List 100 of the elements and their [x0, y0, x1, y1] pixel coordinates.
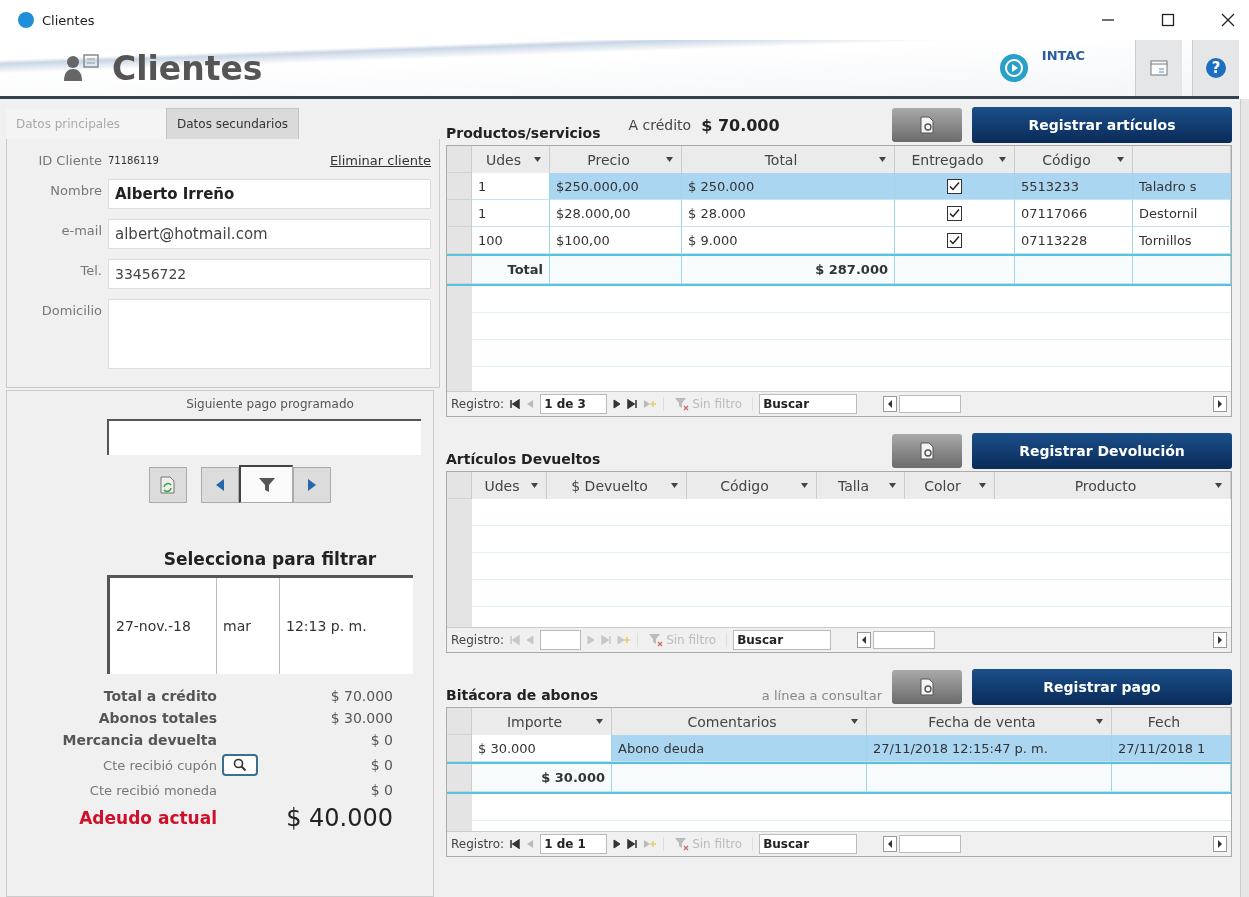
- caret-icon[interactable]: [534, 157, 541, 162]
- scroll-right-button[interactable]: [1213, 632, 1227, 648]
- caret-icon[interactable]: [1215, 483, 1222, 488]
- last-record-icon[interactable]: [627, 839, 638, 849]
- filter-clear-icon: [674, 837, 691, 851]
- maximize-icon[interactable]: [1161, 13, 1175, 27]
- register-button[interactable]: Registrar artículos: [972, 107, 1232, 143]
- checkbox[interactable]: [947, 232, 962, 248]
- input-field[interactable]: Alberto Irreño: [108, 179, 431, 209]
- document-button[interactable]: [892, 108, 962, 142]
- caret-icon[interactable]: [596, 719, 603, 724]
- table-cell: Abono deuda: [612, 735, 867, 762]
- caret-icon[interactable]: [879, 157, 886, 162]
- horizontal-scrollbar[interactable]: [883, 395, 1227, 413]
- field-label: Tel.: [79, 262, 102, 278]
- caret-icon[interactable]: [999, 157, 1006, 162]
- table-cell: 1: [472, 173, 550, 200]
- table-row[interactable]: 1 $28.000,00 $ 28.000 07117066 Destornil: [447, 200, 1231, 227]
- window-icon[interactable]: [1150, 60, 1168, 76]
- checkbox[interactable]: [947, 205, 962, 221]
- vertical-scrollbar[interactable]: [1240, 99, 1249, 897]
- window-title: Clientes: [42, 12, 95, 28]
- input-field[interactable]: albert@hotmail.com: [108, 219, 431, 249]
- section-label: Siguiente pago programado: [185, 396, 355, 411]
- page-title: Clientes: [112, 48, 263, 88]
- scroll-left-button[interactable]: [883, 396, 898, 412]
- table-row[interactable]: 100 $100,00 $ 9.000 07113228 Tornillos: [447, 227, 1231, 254]
- filter-clear-icon: [674, 397, 691, 411]
- record-label: Registro:: [451, 837, 505, 851]
- checkbox[interactable]: [947, 178, 962, 194]
- section-title: Bitácora de abonos: [446, 687, 599, 705]
- first-record-icon[interactable]: [510, 399, 521, 409]
- next-record-icon[interactable]: [613, 399, 622, 409]
- caret-icon[interactable]: [851, 719, 858, 724]
- input-field[interactable]: [107, 419, 421, 455]
- register-button[interactable]: Registrar Devolución: [972, 433, 1232, 469]
- person-card-icon: [62, 53, 102, 83]
- caret-icon[interactable]: [979, 483, 986, 488]
- field-label: ID Cliente: [37, 152, 102, 168]
- record-field[interactable]: 1 de 3: [540, 394, 608, 414]
- input-field[interactable]: 33456722: [108, 259, 431, 289]
- table-row[interactable]: 1 $250.000,00 $ 250.000 5513233 Taladro s: [447, 173, 1231, 200]
- list-cell[interactable]: 27-nov.-18: [110, 578, 217, 674]
- caret-icon[interactable]: [801, 483, 808, 488]
- record-field[interactable]: 1 de 1: [540, 834, 608, 854]
- caret-icon[interactable]: [531, 483, 538, 488]
- last-record-icon[interactable]: [627, 399, 638, 409]
- table-cell: Taladro s: [1133, 173, 1231, 200]
- search-field[interactable]: Buscar: [759, 834, 858, 854]
- previous-button[interactable]: [201, 467, 239, 503]
- delete-client-link[interactable]: Eliminar cliente: [329, 152, 431, 168]
- next-record-icon[interactable]: [613, 839, 622, 849]
- scroll-thumb[interactable]: [899, 835, 962, 853]
- close-icon[interactable]: [1221, 13, 1235, 27]
- scroll-left-button[interactable]: [857, 632, 872, 648]
- search-button[interactable]: [222, 754, 258, 776]
- field-label: e-mail: [60, 222, 102, 238]
- horizontal-scrollbar[interactable]: [857, 631, 1227, 649]
- search-field[interactable]: Buscar: [759, 394, 858, 414]
- scroll-left-button[interactable]: [883, 836, 898, 852]
- document-button[interactable]: [892, 434, 962, 468]
- list-cell[interactable]: 12:13 p. m.: [280, 578, 413, 674]
- caret-icon[interactable]: [889, 483, 896, 488]
- register-button[interactable]: Registrar pago: [972, 669, 1232, 705]
- first-record-icon[interactable]: [510, 839, 521, 849]
- caret-icon[interactable]: [666, 157, 673, 162]
- caret-icon[interactable]: [1096, 719, 1103, 724]
- summary-label: Cte recibió cupón: [102, 757, 217, 773]
- total-cell: $ 30.000: [472, 764, 612, 792]
- tab[interactable]: Datos secundarios: [166, 108, 299, 139]
- scroll-thumb[interactable]: [899, 395, 962, 413]
- document-button[interactable]: [892, 670, 962, 704]
- scroll-right-button[interactable]: [1213, 836, 1227, 852]
- summary-label: Abonos totales: [97, 710, 217, 726]
- credit-value: $ 70.000: [701, 115, 780, 135]
- summary-label: Cte recibió moneda: [88, 782, 217, 798]
- app-icon: [18, 12, 34, 28]
- table-cell: 27/11/2018 1: [1112, 735, 1231, 762]
- total-cell: $ 287.000: [682, 256, 895, 284]
- help-button[interactable]: ?: [1206, 58, 1226, 78]
- search-field[interactable]: Buscar: [733, 630, 832, 650]
- table-cell: 27/11/2018 12:15:47 p. m.: [867, 735, 1112, 762]
- filter-title: Selecciona para filtrar: [162, 549, 378, 569]
- table-cell: 100: [472, 227, 550, 254]
- summary-label: Mercancia devuelta: [61, 732, 217, 748]
- caret-icon[interactable]: [671, 483, 678, 488]
- scroll-right-button[interactable]: [1213, 396, 1227, 412]
- horizontal-scrollbar[interactable]: [883, 835, 1227, 853]
- scroll-thumb[interactable]: [873, 631, 936, 649]
- section-title: Artículos Devueltos: [446, 451, 601, 469]
- caret-icon[interactable]: [1117, 157, 1124, 162]
- filter-button[interactable]: [239, 465, 293, 503]
- table-cell: Tornillos: [1133, 227, 1231, 254]
- list-cell[interactable]: mar: [217, 578, 280, 674]
- table-row[interactable]: $ 30.000 Abono deuda 27/11/2018 12:15:47 p. m. 27/11/2018 1: [447, 735, 1231, 762]
- summary-value: $ 70.000: [329, 688, 393, 704]
- record-label: Registro:: [451, 633, 505, 647]
- next-button[interactable]: [293, 467, 331, 503]
- table-cell: Destornil: [1133, 200, 1231, 227]
- record-field[interactable]: [540, 630, 582, 650]
